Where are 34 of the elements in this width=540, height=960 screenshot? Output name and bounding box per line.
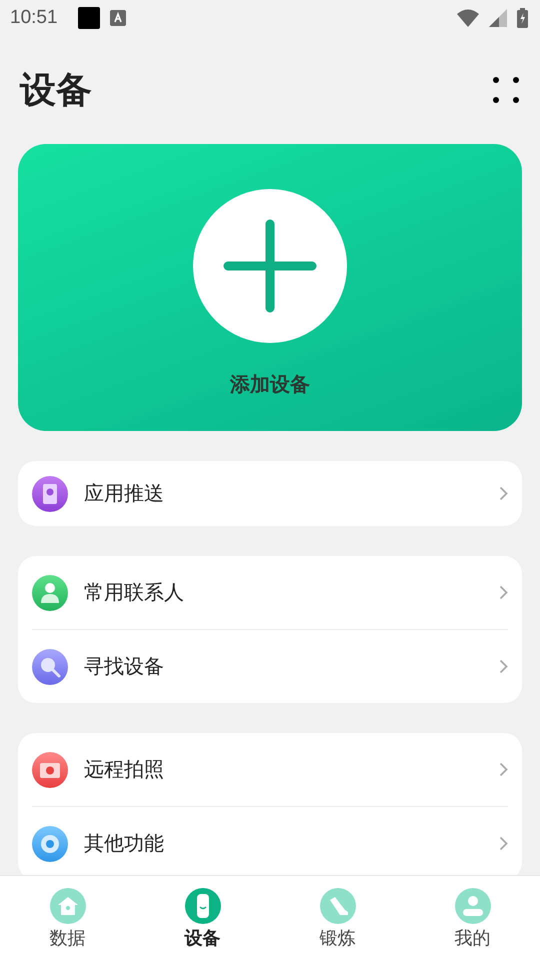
add-device-label: 添加设备 [230,371,310,398]
menu-item[interactable]: 常用联系人 [32,556,508,629]
search-icon [32,648,68,684]
shoe-icon [320,888,356,924]
nav-tab[interactable]: 我的 [405,876,540,960]
nav-tab[interactable]: 锻炼 [270,876,405,960]
chevron-icon [499,659,508,674]
camera-icon [32,752,68,788]
watch-icon [184,888,220,924]
settings-icon [32,826,68,862]
add-device-card[interactable]: 添加设备 [18,144,522,431]
more-icon[interactable] [493,77,519,103]
page-title: 设备 [20,68,92,112]
signal-icon [489,9,507,27]
menu-item[interactable]: 寻找设备 [32,630,508,703]
nav-tab[interactable]: 数据 [0,876,135,960]
chevron-icon [499,762,508,777]
status-time: 10:51 [10,7,58,29]
person-icon [454,888,490,924]
notification-icon [78,7,100,29]
menu-item[interactable]: 其他功能 [32,807,508,875]
phone-icon [32,476,68,512]
chevron-icon [499,585,508,600]
notification-icon [110,10,126,26]
menu-item[interactable]: 远程拍照 [32,733,508,806]
add-icon [193,189,347,343]
battery-icon [517,8,528,28]
wifi-icon [457,9,479,27]
chevron-icon [499,836,508,851]
menu-item[interactable]: 应用推送 [32,461,508,526]
chevron-icon [499,486,508,501]
nav-tab[interactable]: 设备 [135,876,270,960]
person-icon [32,574,68,610]
home-icon [50,888,86,924]
